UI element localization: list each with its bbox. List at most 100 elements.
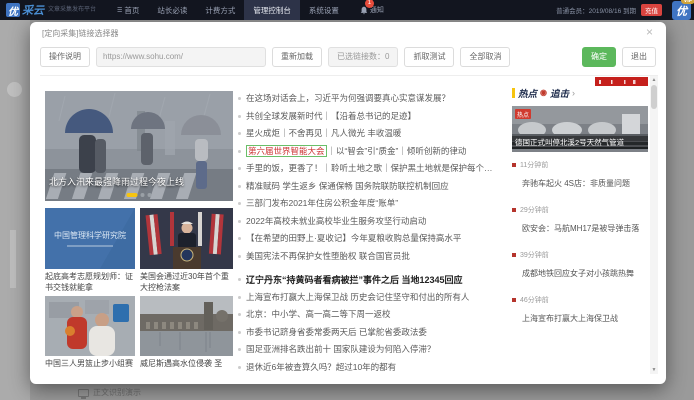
bullet-icon — [238, 185, 241, 188]
hot-item-time: 11分钟前 — [520, 160, 548, 170]
url-input[interactable]: https://www.sohu.com/ — [96, 47, 266, 67]
headline-text: 在这场对话会上，习近平为何强调要真心实意谋发展？ — [246, 92, 450, 104]
headline-link[interactable]: 在这场对话会上，习近平为何强调要真心实意谋发展？ — [238, 92, 506, 110]
bullet-icon — [238, 220, 241, 223]
brand-logo-icon: 优 — [6, 3, 20, 17]
hot-item-title[interactable]: 成都地铁回应女子对小孩跳热舞 — [522, 268, 650, 279]
menu-item[interactable]: 计费方式 — [196, 0, 244, 20]
headline-link[interactable]: 三部门发布2021年住房公积金年度“账单” — [238, 197, 506, 215]
hot-news-item[interactable]: 39分钟前成都地铁回应女子对小孩跳热舞 — [512, 250, 650, 295]
headline-link[interactable]: 国足亚洲排名跌出前十 国家队建设为何陷入停滞？ — [238, 343, 506, 361]
hot-item-time: 46分钟前 — [520, 295, 549, 305]
carousel-dots[interactable] — [127, 193, 152, 197]
hot-item-time-row: 46分钟前 — [512, 295, 650, 305]
carousel-image[interactable]: 北方入汛来最强降雨过程今夜上线 — [45, 91, 233, 201]
headline-link[interactable]: 星火成炬｜不舍再见｜凡人微光 丰收温暖 — [238, 127, 506, 145]
hot-item-title[interactable]: 上海宣布打赢大上海保卫战 — [522, 313, 650, 324]
menu-item-label: 管理控制台 — [253, 5, 291, 16]
headline-text: 三部门发布2021年住房公积金年度“账单” — [246, 197, 398, 209]
hot-item-time: 29分钟前 — [520, 205, 549, 215]
headline-link[interactable]: 手里的饭，更香了！｜聆听土地之歌｜保护黑土地就是保护每个… — [238, 162, 506, 180]
thumb-caption[interactable]: 中国三人男篮止步小组赛 — [45, 359, 135, 370]
confirm-button[interactable]: 确定 — [582, 47, 616, 67]
menu-item-label: 计费方式 — [205, 5, 235, 16]
headline-link[interactable]: 共创全球发展新时代｜【沿着总书记的足迹】 — [238, 110, 506, 128]
scroll-up-icon[interactable]: ▲ — [650, 76, 658, 84]
headline-text: 美国宪法不再保护女性堕胎权 联合国官员批 — [246, 250, 410, 262]
headline-link[interactable]: 精准赋码 学生返乡 保通保畅 国务院联防联控机制回应 — [238, 180, 506, 198]
headline-link[interactable]: 美国宪法不再保护女性堕胎权 联合国官员批 — [238, 250, 506, 268]
headline-link[interactable]: 退休近6年被查算久吗？超过10年的都有 — [238, 361, 506, 379]
brand-logo[interactable]: 优 采云 文章采集发布平台 — [6, 2, 100, 18]
headline-link[interactable]: 辽宁丹东“持黄码者看病被拦”事件之后 当地12345回应 — [238, 273, 506, 291]
menu-item[interactable]: 管理控制台 — [244, 0, 300, 20]
hot-lead-story[interactable]: 热点 德国正式叫停北溪2号天然气管道 — [512, 106, 648, 152]
hot-news-item[interactable]: 11分钟前奔驰车起火 4S店：非质量问题 — [512, 160, 650, 205]
thumb-image-research-institute[interactable]: 中国管理科学研究院 — [45, 208, 135, 269]
menu-item[interactable]: 站长必读 — [148, 0, 196, 20]
hot-news-column: 热点 ◉ 追击 › 热点 德国正式叫停北溪2号天然气管道 — [512, 86, 650, 340]
carousel-dot[interactable] — [148, 193, 152, 197]
hot-news-header[interactable]: 热点 ◉ 追击 › — [512, 86, 650, 100]
selected-link-highlight[interactable]: 第六届世界智能大会 — [246, 145, 327, 157]
square-bullet-icon — [512, 253, 516, 257]
hot-item-title[interactable]: 奔驰车起火 4S店：非质量问题 — [522, 178, 650, 189]
menu-item[interactable]: ☰首页 — [108, 0, 148, 20]
notification-button[interactable]: 通知 1 — [360, 5, 384, 15]
background-menu-item: 正文识别演示 — [78, 387, 141, 398]
thumb-caption[interactable]: 起底高考志愿规划师：证书交钱就能拿 — [45, 272, 135, 294]
thumb-image-gun-law[interactable] — [140, 208, 233, 269]
hot-item-time-row: 39分钟前 — [512, 250, 650, 260]
bullet-icon — [238, 202, 241, 205]
bullet-icon — [238, 366, 241, 369]
headline-link[interactable]: 上海宣布打赢大上海保卫战 历史会记住坚守和付出的所有人 — [238, 291, 506, 309]
menu-item[interactable]: 系统设置 — [300, 0, 348, 20]
menu-item-label: 系统设置 — [309, 5, 339, 16]
help-button[interactable]: 操作说明 — [40, 47, 90, 67]
headline-text: 上海宣布打赢大上海保卫战 历史会记住坚守和付出的所有人 — [246, 291, 469, 303]
thumb-image-basketball[interactable] — [45, 296, 135, 356]
carousel-dot[interactable] — [141, 193, 145, 197]
grab-test-button[interactable]: 抓取测试 — [404, 47, 454, 67]
hot-news-item[interactable]: 46分钟前上海宣布打赢大上海保卫战 — [512, 295, 650, 340]
hot-badge: 热点 — [515, 109, 531, 119]
menu-item-label: 首页 — [124, 5, 139, 16]
headline-link[interactable]: 第六届世界智能大会｜以“智会”引“质金”｜倾听创新的律动 — [238, 145, 506, 163]
carousel-dot-active[interactable] — [127, 193, 138, 197]
thumb-caption[interactable]: 威尼斯遇高水位侵袭 圣 — [140, 359, 232, 370]
background-sidebar — [0, 20, 30, 400]
bullet-icon — [238, 150, 241, 153]
bullet-icon — [238, 97, 241, 100]
cancel-all-button[interactable]: 全部取消 — [460, 47, 510, 67]
hot-news-list: 11分钟前奔驰车起火 4S店：非质量问题29分钟前欧安会：马航MH17是被导弹击… — [512, 160, 650, 340]
hot-item-title[interactable]: 欧安会：马航MH17是被导弹击落 — [522, 223, 650, 234]
headline-link[interactable]: 【在希望的田野上·夏收记】今年夏粮收购总量保持高水平 — [238, 232, 506, 250]
bullet-icon — [238, 237, 241, 240]
hot-news-item[interactable]: 29分钟前欧安会：马航MH17是被导弹击落 — [512, 205, 650, 250]
content-scrollbar[interactable]: ▲ ▼ — [650, 76, 658, 374]
venice-flood-image — [140, 296, 233, 356]
exit-button[interactable]: 退出 — [622, 47, 656, 67]
blue-sign-image: 中国管理科学研究院 — [45, 208, 135, 269]
thumb-caption[interactable]: 美国会通过近30年首个重大控枪法案 — [140, 272, 232, 294]
menu-item-label: 站长必读 — [157, 5, 187, 16]
headline-link[interactable]: 市委书记跻身省委常委两天后 已掌舵省委政法委 — [238, 326, 506, 344]
top-menu: ☰首页站长必读 计费方式 管理控制台 系统设置 — [108, 0, 348, 20]
hot-item-time: 39分钟前 — [520, 250, 549, 260]
headline-list: 在这场对话会上，习近平为何强调要真心实意谋发展？ 共创全球发展新时代｜【沿着总书记… — [238, 92, 506, 378]
scroll-down-icon[interactable]: ▼ — [650, 366, 658, 374]
headline-text: 退休近6年被查算久吗？超过10年的都有 — [246, 361, 396, 373]
membership-status: 普通会员：2019/08/16 到期 — [556, 5, 636, 15]
carousel-caption: 北方入汛来最强降雨过程今夜上线 — [49, 175, 184, 188]
headline-link[interactable]: 北京：中小学、高一高二等下周一返校 — [238, 308, 506, 326]
scrollbar-thumb[interactable] — [651, 85, 657, 109]
recharge-button[interactable]: 充值 — [641, 4, 662, 16]
sidebar-icon-blob — [10, 230, 16, 288]
reload-button[interactable]: 重新加载 — [272, 47, 322, 67]
thumb-image-venice-flood[interactable] — [140, 296, 233, 356]
headline-link[interactable]: 2022年高校未就业高校毕业生服务攻坚行动启动 — [238, 215, 506, 233]
ad-banner[interactable] — [595, 77, 648, 86]
close-icon[interactable]: × — [646, 25, 653, 39]
square-bullet-icon — [512, 163, 516, 167]
user-avatar[interactable]: 优 VIP — [672, 1, 691, 20]
